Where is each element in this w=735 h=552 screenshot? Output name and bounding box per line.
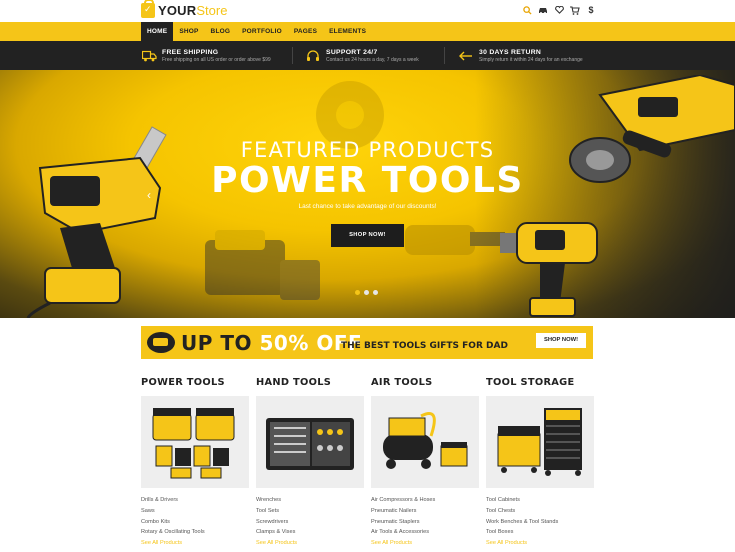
shopping-bag-icon <box>141 0 155 18</box>
logo[interactable]: YOUR Store <box>141 0 228 19</box>
blurred-saw-image <box>205 230 320 300</box>
nav-item-elements[interactable]: ELEMENTS <box>323 22 372 41</box>
feature-support: SUPPORT 24/7 Contact us 24 hours a day, … <box>305 46 419 66</box>
tool-cabinet-image <box>497 408 582 476</box>
category-title[interactable]: AIR TOOLS <box>371 377 479 391</box>
category-link[interactable]: Pneumatic Nailers <box>371 506 479 517</box>
feature-divider <box>292 47 293 64</box>
category-link[interactable]: Tool Cabinets <box>486 495 594 506</box>
air-compressor-image <box>383 412 468 469</box>
nav-item-portfolio[interactable]: PORTFOLIO <box>236 22 288 41</box>
feature-title: 30 DAYS RETURN <box>479 49 542 56</box>
header: YOUR Store $ <box>0 0 735 22</box>
category-link[interactable]: Screwdrivers <box>256 517 364 528</box>
promo-shop-now-button[interactable]: SHOP NOW! <box>536 333 586 348</box>
headset-icon <box>305 48 321 64</box>
category-title[interactable]: POWER TOOLS <box>141 377 249 391</box>
feature-return: 30 DAYS RETURN Simply return it within 2… <box>458 46 583 66</box>
category-image[interactable] <box>371 396 479 488</box>
category-links: Drills & Drivers Saws Combo Kits Rotary … <box>141 495 249 549</box>
promo-text: THE BEST TOOLS GIFTS FOR DAD <box>341 341 508 351</box>
promo-headline: UP TO 50% OFF <box>181 331 362 355</box>
category-link[interactable]: Air Compressors & Hoses <box>371 495 479 506</box>
category-link[interactable]: Tool Boxes <box>486 527 594 538</box>
hero-shop-now-button[interactable]: SHOP NOW! <box>331 224 404 247</box>
category-air-tools: AIR TOOLS Air Compressors & Hoses Pneuma… <box>371 377 479 549</box>
truck-icon <box>141 48 157 64</box>
van-icon <box>147 332 175 353</box>
feature-title: FREE SHIPPING <box>162 49 219 56</box>
category-image[interactable] <box>486 396 594 488</box>
blurred-drill-image <box>405 225 505 255</box>
feature-subtitle: Free shipping on all US order or order a… <box>162 57 271 63</box>
category-title[interactable]: HAND TOOLS <box>256 377 364 391</box>
category-link[interactable]: Tool Sets <box>256 506 364 517</box>
logo-suffix: Store <box>196 2 228 18</box>
category-link[interactable]: Air Tools & Accessories <box>371 527 479 538</box>
category-link[interactable]: Clamps & Vises <box>256 527 364 538</box>
cart-icon[interactable] <box>570 4 580 16</box>
nav-item-shop[interactable]: SHOP <box>173 22 204 41</box>
category-image[interactable] <box>256 396 364 488</box>
promo-up-to: UP TO <box>181 331 253 355</box>
category-link[interactable]: Saws <box>141 506 249 517</box>
slider-dot[interactable] <box>373 290 378 295</box>
slider-dots <box>355 290 378 295</box>
category-link[interactable]: Combo Kits <box>141 517 249 528</box>
hero-overline: FEATURED PRODUCTS <box>240 138 495 162</box>
cordless-drill-image <box>500 222 598 317</box>
feature-free-shipping: FREE SHIPPING Free shipping on all US or… <box>141 46 271 66</box>
category-tool-storage: TOOL STORAGE Tool Cabinets Tool Chests W… <box>486 377 594 549</box>
category-link[interactable]: Work Benches & Tool Stands <box>486 517 594 528</box>
search-icon[interactable] <box>522 4 532 16</box>
return-icon <box>458 48 474 64</box>
category-link[interactable]: Pneumatic Staplers <box>371 517 479 528</box>
category-image[interactable] <box>141 396 249 488</box>
category-link[interactable]: Tool Chests <box>486 506 594 517</box>
logo-brand: YOUR <box>158 2 197 18</box>
see-all-products-link[interactable]: See All Products <box>486 538 594 549</box>
slider-dot[interactable] <box>355 290 360 295</box>
category-links: Air Compressors & Hoses Pneumatic Nailer… <box>371 495 479 549</box>
nav-item-pages[interactable]: PAGES <box>288 22 323 41</box>
category-links: Tool Cabinets Tool Chests Work Benches &… <box>486 495 594 549</box>
heart-icon[interactable] <box>554 4 564 16</box>
category-links: Wrenches Tool Sets Screwdrivers Clamps &… <box>256 495 364 549</box>
category-power-tools: POWER TOOLS Drills & Drivers Saws Combo … <box>141 377 249 549</box>
slider-dot[interactable] <box>364 290 369 295</box>
hero-slider: ‹ FEATURED PRODUCTS POWER TOOLS Last cha… <box>0 70 735 318</box>
hero-title: POWER TOOLS <box>211 160 524 201</box>
hand-tools-set-image <box>266 418 354 470</box>
power-tools-kit-image <box>152 408 235 479</box>
see-all-products-link[interactable]: See All Products <box>371 538 479 549</box>
car-icon[interactable] <box>538 4 548 16</box>
main-nav: HOME SHOP BLOG PORTFOLIO PAGES ELEMENTS <box>0 22 735 41</box>
feature-subtitle: Contact us 24 hours a day, 7 days a week <box>326 57 419 63</box>
category-link[interactable]: Wrenches <box>256 495 364 506</box>
nav-item-home[interactable]: HOME <box>141 22 174 41</box>
category-title[interactable]: TOOL STORAGE <box>486 377 594 391</box>
see-all-products-link[interactable]: See All Products <box>141 538 249 549</box>
category-hand-tools: HAND TOOLS Wrenches Tool Sets Screwdrive… <box>256 377 364 549</box>
features-bar: FREE SHIPPING Free shipping on all US or… <box>0 41 735 70</box>
dollar-icon[interactable]: $ <box>586 4 596 16</box>
see-all-products-link[interactable]: See All Products <box>256 538 364 549</box>
feature-title: SUPPORT 24/7 <box>326 49 378 56</box>
feature-divider <box>444 47 445 64</box>
header-icons: $ <box>522 4 596 16</box>
promo-banner[interactable]: UP TO 50% OFF THE BEST TOOLS GIFTS FOR D… <box>141 326 593 359</box>
feature-subtitle: Simply return it within 24 days for an e… <box>479 57 583 63</box>
category-link[interactable]: Drills & Drivers <box>141 495 249 506</box>
category-link[interactable]: Rotary & Oscillating Tools <box>141 527 249 538</box>
hero-tagline: Last chance to take advantage of our dis… <box>298 203 437 210</box>
nav-item-blog[interactable]: BLOG <box>205 22 237 41</box>
